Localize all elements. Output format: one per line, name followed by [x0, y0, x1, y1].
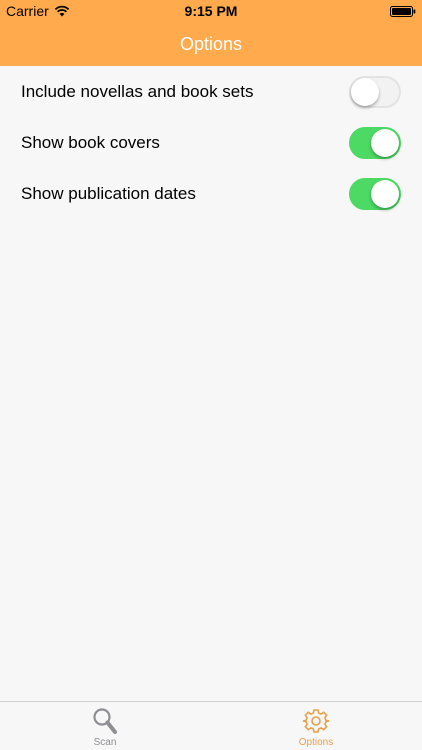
gear-icon: [302, 709, 330, 733]
battery-icon: [390, 6, 416, 17]
option-label: Include novellas and book sets: [21, 81, 254, 101]
tab-label: Options: [298, 737, 334, 748]
option-row-dates: Show publication dates: [0, 168, 422, 219]
toggle-knob: [371, 179, 399, 208]
tab-label: Scan: [93, 737, 117, 748]
option-row-novellas: Include novellas and book sets: [0, 66, 422, 117]
page-title: Options: [179, 34, 243, 54]
toggle-knob: [351, 77, 379, 106]
navigation-bar: Carrier 9:15 PM Options: [0, 0, 422, 66]
book-covers-toggle[interactable]: [349, 126, 401, 159]
options-list: Include novellas and book sets Show book…: [0, 66, 422, 219]
option-label: Show publication dates: [21, 183, 196, 203]
publication-dates-toggle[interactable]: [349, 177, 401, 210]
tab-bar: Scan Options: [0, 701, 422, 750]
search-icon: [93, 708, 117, 734]
toggle-knob: [371, 128, 399, 157]
option-label: Show book covers: [21, 132, 160, 152]
option-row-covers: Show book covers: [0, 117, 422, 168]
novellas-toggle[interactable]: [349, 75, 401, 108]
tab-scan[interactable]: Scan: [70, 707, 140, 748]
status-time: 9:15 PM: [184, 3, 238, 19]
tab-options[interactable]: Options: [281, 707, 351, 748]
status-bar: Carrier 9:15 PM: [0, 0, 422, 22]
